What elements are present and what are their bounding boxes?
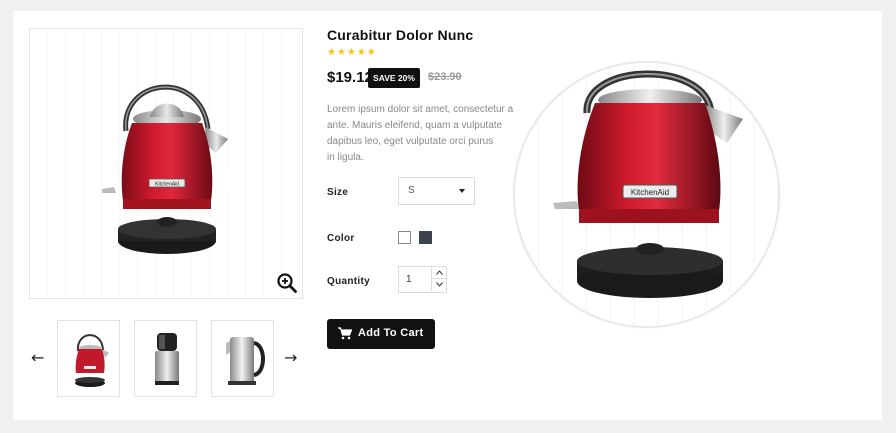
thumbnail-black-grinder[interactable] xyxy=(134,320,197,397)
svg-text:KitchenAid: KitchenAid xyxy=(155,182,179,188)
quantity-input[interactable] xyxy=(399,267,431,292)
size-label: Size xyxy=(327,187,349,198)
quantity-decrease-button[interactable] xyxy=(431,279,446,291)
caret-down-icon xyxy=(459,189,465,193)
color-swatch-dark-gray[interactable] xyxy=(419,231,432,244)
cart-icon xyxy=(338,327,352,340)
steel-kettle-thumbnail-image xyxy=(226,337,265,385)
zoom-lens: KitchenAid xyxy=(515,63,778,326)
thumbnail-steel-kettle[interactable] xyxy=(211,320,274,397)
thumbnail-red-kettle[interactable] xyxy=(57,320,120,397)
prev-arrow-icon[interactable]: ← xyxy=(31,350,44,366)
size-selected-value: S xyxy=(408,185,415,196)
size-select[interactable]: S xyxy=(398,177,475,205)
svg-text:KitchenAid: KitchenAid xyxy=(631,188,669,197)
quantity-stepper xyxy=(398,266,447,293)
next-arrow-icon[interactable]: → xyxy=(284,350,297,366)
product-title: Curabitur Dolor Nunc xyxy=(327,27,474,43)
quantity-increase-button[interactable] xyxy=(431,267,446,279)
main-product-image[interactable]: KitchenAid xyxy=(29,28,303,299)
zoom-in-icon[interactable] xyxy=(276,272,298,294)
rating-stars-icon: ★★★★★ xyxy=(327,47,377,58)
old-price: $23.90 xyxy=(428,71,462,83)
chevron-down-icon xyxy=(436,282,443,287)
red-kettle-thumbnail-image xyxy=(75,334,109,387)
add-to-cart-button[interactable]: Add To Cart xyxy=(327,319,435,349)
grinder-thumbnail-image xyxy=(155,333,179,385)
thumbnail-carousel: ← → xyxy=(29,320,303,398)
save-badge: SAVE 20% xyxy=(368,68,420,88)
chevron-up-icon xyxy=(436,270,443,275)
current-price: $19.12 xyxy=(327,69,373,86)
quantity-label: Quantity xyxy=(327,276,370,287)
zoomed-red-kettle-image: KitchenAid xyxy=(553,70,743,298)
color-swatch-white[interactable] xyxy=(398,231,411,244)
color-label: Color xyxy=(327,233,355,244)
red-kettle-image: KitchenAid xyxy=(102,84,228,254)
zoom-crosshair xyxy=(213,166,239,192)
add-to-cart-label: Add To Cart xyxy=(358,327,424,339)
